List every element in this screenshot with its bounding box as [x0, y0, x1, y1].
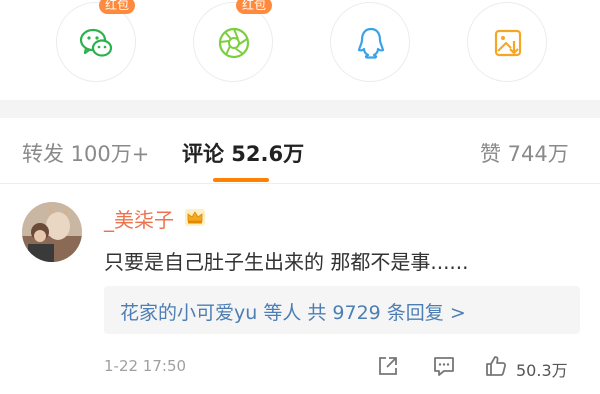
comment-text: 只要是自己肚子生出来的 那都不是事......	[104, 250, 469, 274]
save-image-button[interactable]	[467, 2, 547, 82]
crown-icon	[185, 209, 205, 226]
tab-repost[interactable]: 转发 100万+	[22, 138, 149, 168]
share-bar: 红包 红包	[0, 0, 600, 100]
comment-username[interactable]: _美柒子	[104, 204, 174, 233]
like-icon[interactable]	[484, 354, 508, 378]
avatar-image	[22, 202, 82, 262]
moments-icon	[218, 27, 250, 59]
wechat-icon	[79, 28, 113, 57]
comment-icon[interactable]	[432, 354, 456, 378]
tab-bar: 转发 100万+ 评论 52.6万 赞 744万	[0, 118, 600, 184]
avatar[interactable]	[22, 202, 82, 262]
red-packet-badge: 红包	[98, 0, 135, 14]
save-image-icon	[494, 29, 522, 57]
tab-likes[interactable]: 赞 744万	[480, 138, 569, 168]
section-divider	[0, 100, 600, 118]
share-icon[interactable]	[376, 354, 400, 378]
red-packet-badge: 红包	[235, 0, 272, 14]
share-moments-button[interactable]: 红包	[193, 0, 273, 82]
like-count: 50.3万	[516, 361, 568, 380]
share-qq-button[interactable]	[330, 2, 410, 82]
comment-time: 1-22 17:50	[104, 357, 187, 375]
active-tab-indicator	[213, 178, 269, 182]
replies-summary: 花家的小可爱yu 等人 共 9729 条回复 >	[120, 302, 466, 324]
tab-comments[interactable]: 评论 52.6万	[182, 138, 304, 168]
comment-item: _美柒子 只要是自己肚子生出来的 那都不是事...... 花家的小可爱yu 等人…	[0, 184, 600, 394]
qq-icon	[357, 27, 385, 59]
weibo-comment-screen: 红包 红包 转发 100万+ 评论 52.6万 赞 744万 _美柒子 只要是自…	[0, 0, 600, 394]
share-wechat-button[interactable]: 红包	[56, 0, 136, 82]
replies-preview[interactable]: 花家的小可爱yu 等人 共 9729 条回复 >	[104, 286, 580, 334]
